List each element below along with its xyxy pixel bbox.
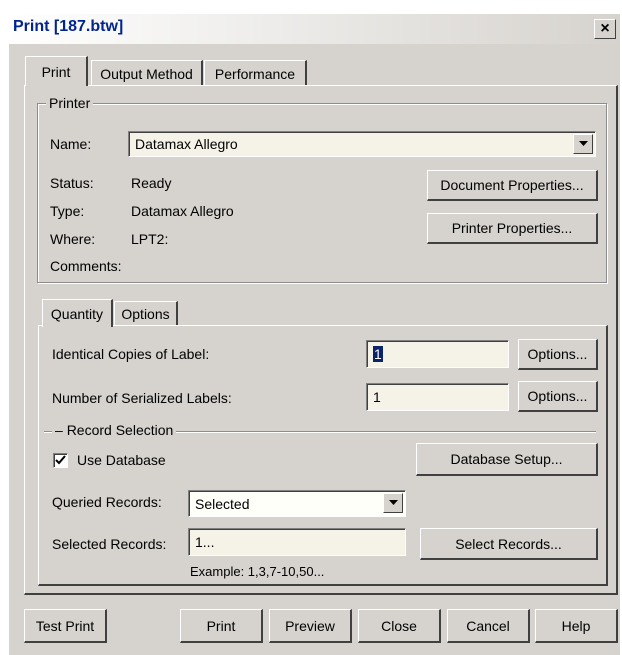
checkmark-icon (55, 455, 66, 465)
where-label: Where: (50, 231, 96, 247)
selected-records-value: 1... (195, 534, 215, 550)
select-records-button[interactable]: Select Records... (420, 528, 598, 560)
identical-copies-options-button[interactable]: Options... (518, 339, 598, 370)
where-value: LPT2: (131, 231, 169, 247)
chevron-down-icon[interactable] (573, 134, 593, 154)
window-title: Print [187.btw] (13, 18, 124, 35)
type-value: Datamax Allegro (131, 203, 234, 219)
chevron-down-icon[interactable] (383, 493, 403, 513)
selected-records-input[interactable]: 1... (188, 528, 406, 556)
printer-group-label: Printer (46, 95, 94, 111)
database-setup-button[interactable]: Database Setup... (416, 443, 598, 476)
document-properties-button[interactable]: Document Properties... (427, 170, 598, 201)
type-label: Type: (50, 203, 85, 219)
selected-records-label: Selected Records: (52, 536, 167, 552)
use-database-label[interactable]: Use Database (77, 452, 166, 468)
printer-name-value: Datamax Allegro (135, 136, 238, 152)
tab-options[interactable]: Options (114, 301, 178, 326)
serialized-labels-input[interactable]: 1 (366, 383, 509, 411)
preview-button[interactable]: Preview (269, 609, 352, 643)
status-label: Status: (50, 175, 94, 191)
printer-name-label: Name: (50, 136, 92, 152)
close-window-button[interactable]: × (594, 19, 616, 39)
example-text: Example: 1,3,7-10,50... (190, 564, 325, 579)
queried-records-value: Selected (195, 495, 250, 512)
tab-quantity[interactable]: Quantity (42, 299, 113, 327)
test-print-button[interactable]: Test Print (24, 609, 107, 643)
status-value: Ready (131, 175, 172, 191)
print-button[interactable]: Print (180, 609, 263, 643)
serialized-labels-label: Number of Serialized Labels: (52, 390, 232, 406)
tab-output-method[interactable]: Output Method (91, 60, 203, 86)
use-database-checkbox[interactable] (53, 453, 68, 468)
close-button[interactable]: Close (358, 609, 441, 643)
printer-properties-button[interactable]: Printer Properties... (427, 213, 598, 244)
help-button[interactable]: Help (535, 609, 618, 643)
record-selection-label: – Record Selection (52, 422, 177, 438)
cancel-button[interactable]: Cancel (447, 609, 530, 643)
tab-print[interactable]: Print (25, 56, 88, 86)
tab-performance[interactable]: Performance (204, 60, 307, 86)
queried-records-label: Queried Records: (52, 494, 162, 510)
identical-copies-value: 1 (373, 346, 383, 362)
identical-copies-input[interactable]: 1 (366, 340, 509, 368)
comments-label: Comments: (50, 258, 122, 274)
serialized-labels-options-button[interactable]: Options... (518, 381, 598, 412)
printer-name-dropdown[interactable]: Datamax Allegro (128, 131, 596, 157)
queried-records-dropdown[interactable]: Selected (188, 490, 406, 517)
serialized-labels-value: 1 (373, 389, 381, 405)
identical-copies-label: Identical Copies of Label: (52, 346, 210, 362)
